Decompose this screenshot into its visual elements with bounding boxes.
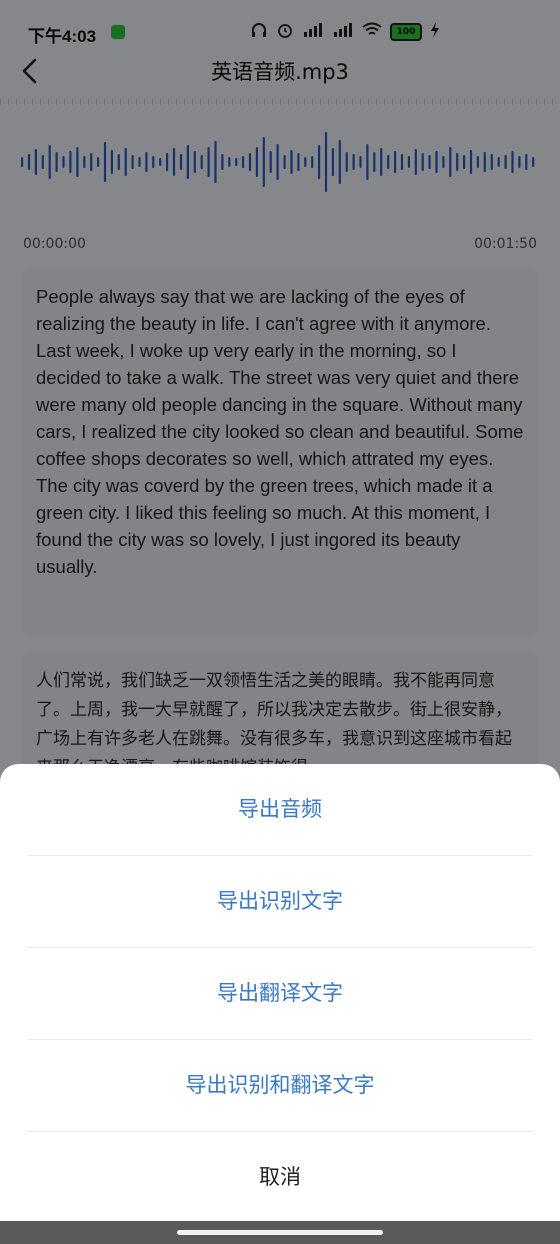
export-translated-text-button[interactable]: 导出翻译文字 <box>28 948 532 1040</box>
cancel-button[interactable]: 取消 <box>28 1132 532 1223</box>
export-recognized-text-button[interactable]: 导出识别文字 <box>28 856 532 948</box>
export-both-text-button[interactable]: 导出识别和翻译文字 <box>28 1040 532 1132</box>
export-action-sheet: 导出音频 导出识别文字 导出翻译文字 导出识别和翻译文字 取消 <box>0 764 560 1221</box>
home-indicator[interactable] <box>177 1230 383 1235</box>
export-audio-button[interactable]: 导出音频 <box>28 764 532 856</box>
